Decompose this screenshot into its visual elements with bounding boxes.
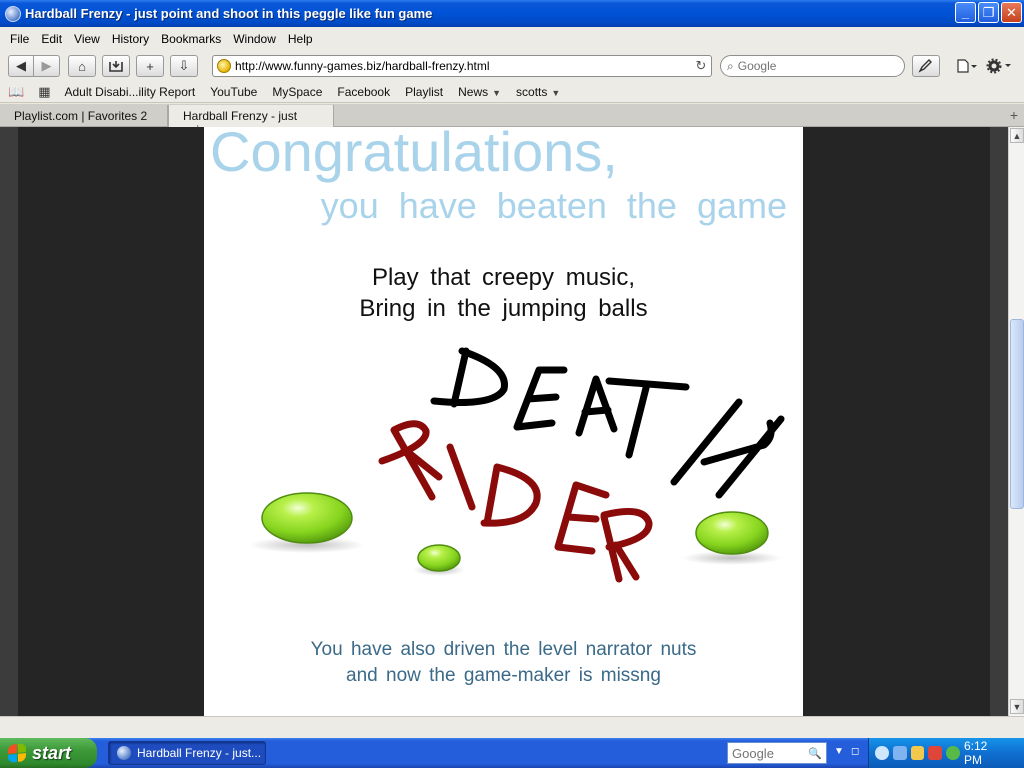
- warning-icon[interactable]: [910, 746, 925, 760]
- bookmark-label: Playlist: [405, 84, 444, 99]
- start-label: start: [32, 742, 72, 763]
- bookmark-scotts[interactable]: scotts ▼: [516, 85, 560, 99]
- google-desktop-search[interactable]: 🔍: [727, 742, 827, 764]
- maximize-button[interactable]: ❐: [978, 2, 999, 23]
- window-controls: _ ❐ ✕: [955, 2, 1022, 23]
- gear-icon: [986, 58, 1011, 74]
- add-bookmark-button[interactable]: +: [136, 55, 164, 77]
- pencil-icon: [918, 59, 932, 73]
- bookmarks-bar: 📖 ▦ Adult Disabi...ility Report YouTube …: [0, 81, 1024, 103]
- search-box[interactable]: ⌕: [720, 55, 905, 77]
- minimize-button[interactable]: _: [955, 2, 976, 23]
- grid-icon[interactable]: ▦: [38, 84, 50, 100]
- browser-app-icon: [117, 746, 131, 760]
- taskbar-item-hardball-frenzy[interactable]: Hardball Frenzy - just...: [108, 741, 266, 765]
- open-book-icon[interactable]: 📖: [8, 84, 24, 100]
- update-icon[interactable]: [946, 746, 960, 760]
- page-menu-button[interactable]: [954, 55, 980, 77]
- browser-app-icon: [5, 5, 21, 22]
- window-titlebar[interactable]: Hardball Frenzy - just point and shoot i…: [0, 0, 1024, 27]
- death-scrawl: [430, 347, 785, 499]
- notes-button[interactable]: [912, 55, 940, 77]
- bookmark-playlist[interactable]: Playlist: [405, 85, 443, 99]
- page-left-gutter: [0, 127, 18, 716]
- small-green-ball: [417, 544, 461, 572]
- footer-line-1: You have also driven the level narrator …: [310, 639, 697, 660]
- security-icon[interactable]: [928, 746, 943, 760]
- tab-hardball-frenzy[interactable]: Hardball Frenzy - just poi...: [168, 105, 334, 137]
- bookmark-label: Adult Disabi...ility Report: [64, 84, 196, 99]
- large-green-ball: [261, 492, 353, 544]
- chevron-down-icon[interactable]: ▼: [834, 746, 844, 757]
- tab-playlist-favorites[interactable]: Playlist.com | Favorites 2: [0, 105, 168, 127]
- bookmark-tray-icon: [109, 61, 123, 72]
- taskbar-item-label: Hardball Frenzy - just...: [137, 746, 262, 760]
- death-rider-artwork: [249, 347, 785, 583]
- menu-edit[interactable]: Edit: [35, 32, 68, 46]
- address-url[interactable]: http://www.funny-games.biz/hardball-fren…: [235, 59, 691, 73]
- tab-bar: Playlist.com | Favorites 2 Hardball Fren…: [0, 104, 1024, 137]
- system-clock: 6:12 PM: [963, 739, 988, 767]
- bookmark-label: News: [458, 84, 489, 99]
- bookmark-news[interactable]: News ▼: [458, 85, 501, 99]
- scroll-down-button[interactable]: ▼: [1010, 699, 1024, 714]
- site-favicon-icon: [217, 59, 231, 73]
- bookmark-youtube[interactable]: YouTube: [210, 85, 257, 99]
- forward-button[interactable]: ▶: [34, 55, 60, 77]
- menu-file[interactable]: File: [4, 32, 35, 46]
- desktop-search-input[interactable]: [728, 745, 808, 761]
- reload-icon[interactable]: ↻: [691, 58, 711, 74]
- network-icon[interactable]: [892, 746, 907, 760]
- bookmark-label: Facebook: [337, 84, 391, 99]
- home-button[interactable]: ⌂: [68, 55, 96, 77]
- system-tray: 6:12 PM: [868, 738, 1024, 768]
- menu-history[interactable]: History: [106, 32, 155, 46]
- page-icon: [957, 59, 977, 73]
- new-tab-icon[interactable]: +: [1010, 107, 1018, 123]
- close-button[interactable]: ✕: [1001, 2, 1022, 23]
- windows-logo-icon: [8, 743, 26, 763]
- footer-line-2: and now the game-maker is missng: [346, 665, 661, 686]
- search-input[interactable]: [737, 59, 888, 73]
- menu-view[interactable]: View: [68, 32, 106, 46]
- restore-icon[interactable]: ◻: [851, 746, 859, 757]
- menu-window[interactable]: Window: [227, 32, 282, 46]
- vertical-scrollbar[interactable]: ▲ ▼: [1008, 127, 1024, 716]
- start-button[interactable]: start: [0, 738, 97, 768]
- jumping-balls: [249, 492, 782, 576]
- windows-taskbar: start Hardball Frenzy - just... 🔍 ▼ ◻ 6:…: [0, 738, 1024, 768]
- game-canvas[interactable]: Congratulations, you have beaten the gam…: [204, 127, 803, 716]
- menu-bar: File Edit View History Bookmarks Window …: [0, 27, 1024, 51]
- window-title: Hardball Frenzy - just point and shoot i…: [25, 6, 433, 21]
- menu-help[interactable]: Help: [282, 32, 319, 46]
- status-bar: [0, 716, 1024, 738]
- navigation-toolbar: ◀ ▶ ⌂ + ⇩ http://www.funny-games.biz/har…: [0, 51, 1024, 81]
- address-bar[interactable]: http://www.funny-games.biz/hardball-fren…: [212, 55, 712, 77]
- chevron-down-icon: ▼: [551, 87, 561, 98]
- tray-expand-icon[interactable]: [875, 746, 889, 760]
- chevron-down-icon: ▼: [492, 87, 502, 98]
- bookmark-adult-disability-report[interactable]: Adult Disabi...ility Report: [64, 85, 195, 99]
- menu-bookmarks[interactable]: Bookmarks: [155, 32, 227, 46]
- bookmarks-bar-button[interactable]: [102, 55, 130, 77]
- back-forward-group: ◀ ▶: [8, 55, 60, 77]
- settings-menu-button[interactable]: [984, 55, 1014, 77]
- medium-green-ball: [695, 511, 769, 555]
- bookmark-label: MySpace: [272, 84, 323, 99]
- page-right-gutter: [990, 127, 1008, 716]
- bookmark-myspace[interactable]: MySpace: [272, 85, 322, 99]
- search-icon: ⌕: [727, 58, 734, 73]
- scrollbar-thumb[interactable]: [1010, 319, 1024, 509]
- scroll-up-button[interactable]: ▲: [1010, 128, 1024, 143]
- downloads-button[interactable]: ⇩: [170, 55, 198, 77]
- bookmark-facebook[interactable]: Facebook: [337, 85, 390, 99]
- search-icon[interactable]: 🔍: [808, 747, 822, 760]
- page-viewport: Congratulations, you have beaten the gam…: [0, 127, 1008, 716]
- bookmark-label: YouTube: [210, 84, 258, 99]
- back-button[interactable]: ◀: [8, 55, 34, 77]
- bookmark-label: scotts: [516, 84, 548, 99]
